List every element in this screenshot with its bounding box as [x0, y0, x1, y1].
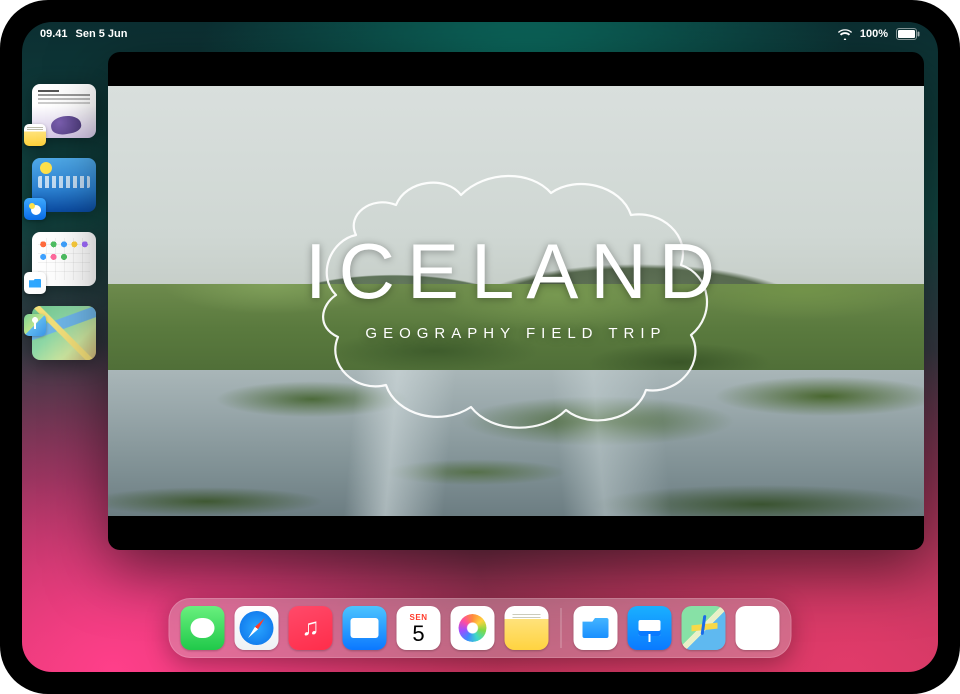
status-bar: 09.41 Sen 5 Jun 100% — [22, 28, 938, 40]
slide-title-block: ICELAND GEOGRAPHY FIELD TRIP — [305, 226, 727, 342]
slide-subtitle: GEOGRAPHY FIELD TRIP — [305, 325, 727, 342]
stage-item-maps[interactable] — [32, 306, 96, 360]
screen: 09.41 Sen 5 Jun 100% — [22, 22, 938, 672]
weather-icon — [24, 198, 46, 220]
notes-icon — [24, 124, 46, 146]
stage-item-weather[interactable] — [32, 158, 96, 212]
battery-percent: 100% — [860, 28, 888, 40]
slide-canvas: ICELAND GEOGRAPHY FIELD TRIP — [108, 86, 924, 516]
stage-item-files[interactable] — [32, 232, 96, 286]
dock-app-photos[interactable] — [451, 606, 495, 650]
slide-title: ICELAND — [305, 226, 727, 317]
dock-app-maps[interactable] — [682, 606, 726, 650]
dock-app-shortcuts[interactable] — [736, 606, 780, 650]
dock-app-safari[interactable] — [235, 606, 279, 650]
maps-icon — [24, 314, 46, 336]
dock-app-notes[interactable] — [505, 606, 549, 650]
files-icon — [24, 272, 46, 294]
ipad-frame: 09.41 Sen 5 Jun 100% — [0, 0, 960, 694]
dock-app-messages[interactable] — [181, 606, 225, 650]
dock-app-mail[interactable] — [343, 606, 387, 650]
dock: SEN 5 — [169, 598, 792, 658]
status-date: Sen 5 Jun — [76, 28, 128, 40]
wifi-icon — [838, 29, 852, 40]
calendar-day: 5 — [412, 623, 424, 645]
keynote-window[interactable]: ICELAND GEOGRAPHY FIELD TRIP — [108, 52, 924, 550]
stage-manager-strip — [32, 84, 96, 360]
dock-separator — [561, 608, 562, 648]
stage-item-notes[interactable] — [32, 84, 96, 138]
dock-app-keynote[interactable] — [628, 606, 672, 650]
status-time: 09.41 — [40, 28, 68, 40]
dock-app-files[interactable] — [574, 606, 618, 650]
dock-app-music[interactable] — [289, 606, 333, 650]
dock-app-calendar[interactable]: SEN 5 — [397, 606, 441, 650]
battery-icon — [896, 28, 920, 40]
